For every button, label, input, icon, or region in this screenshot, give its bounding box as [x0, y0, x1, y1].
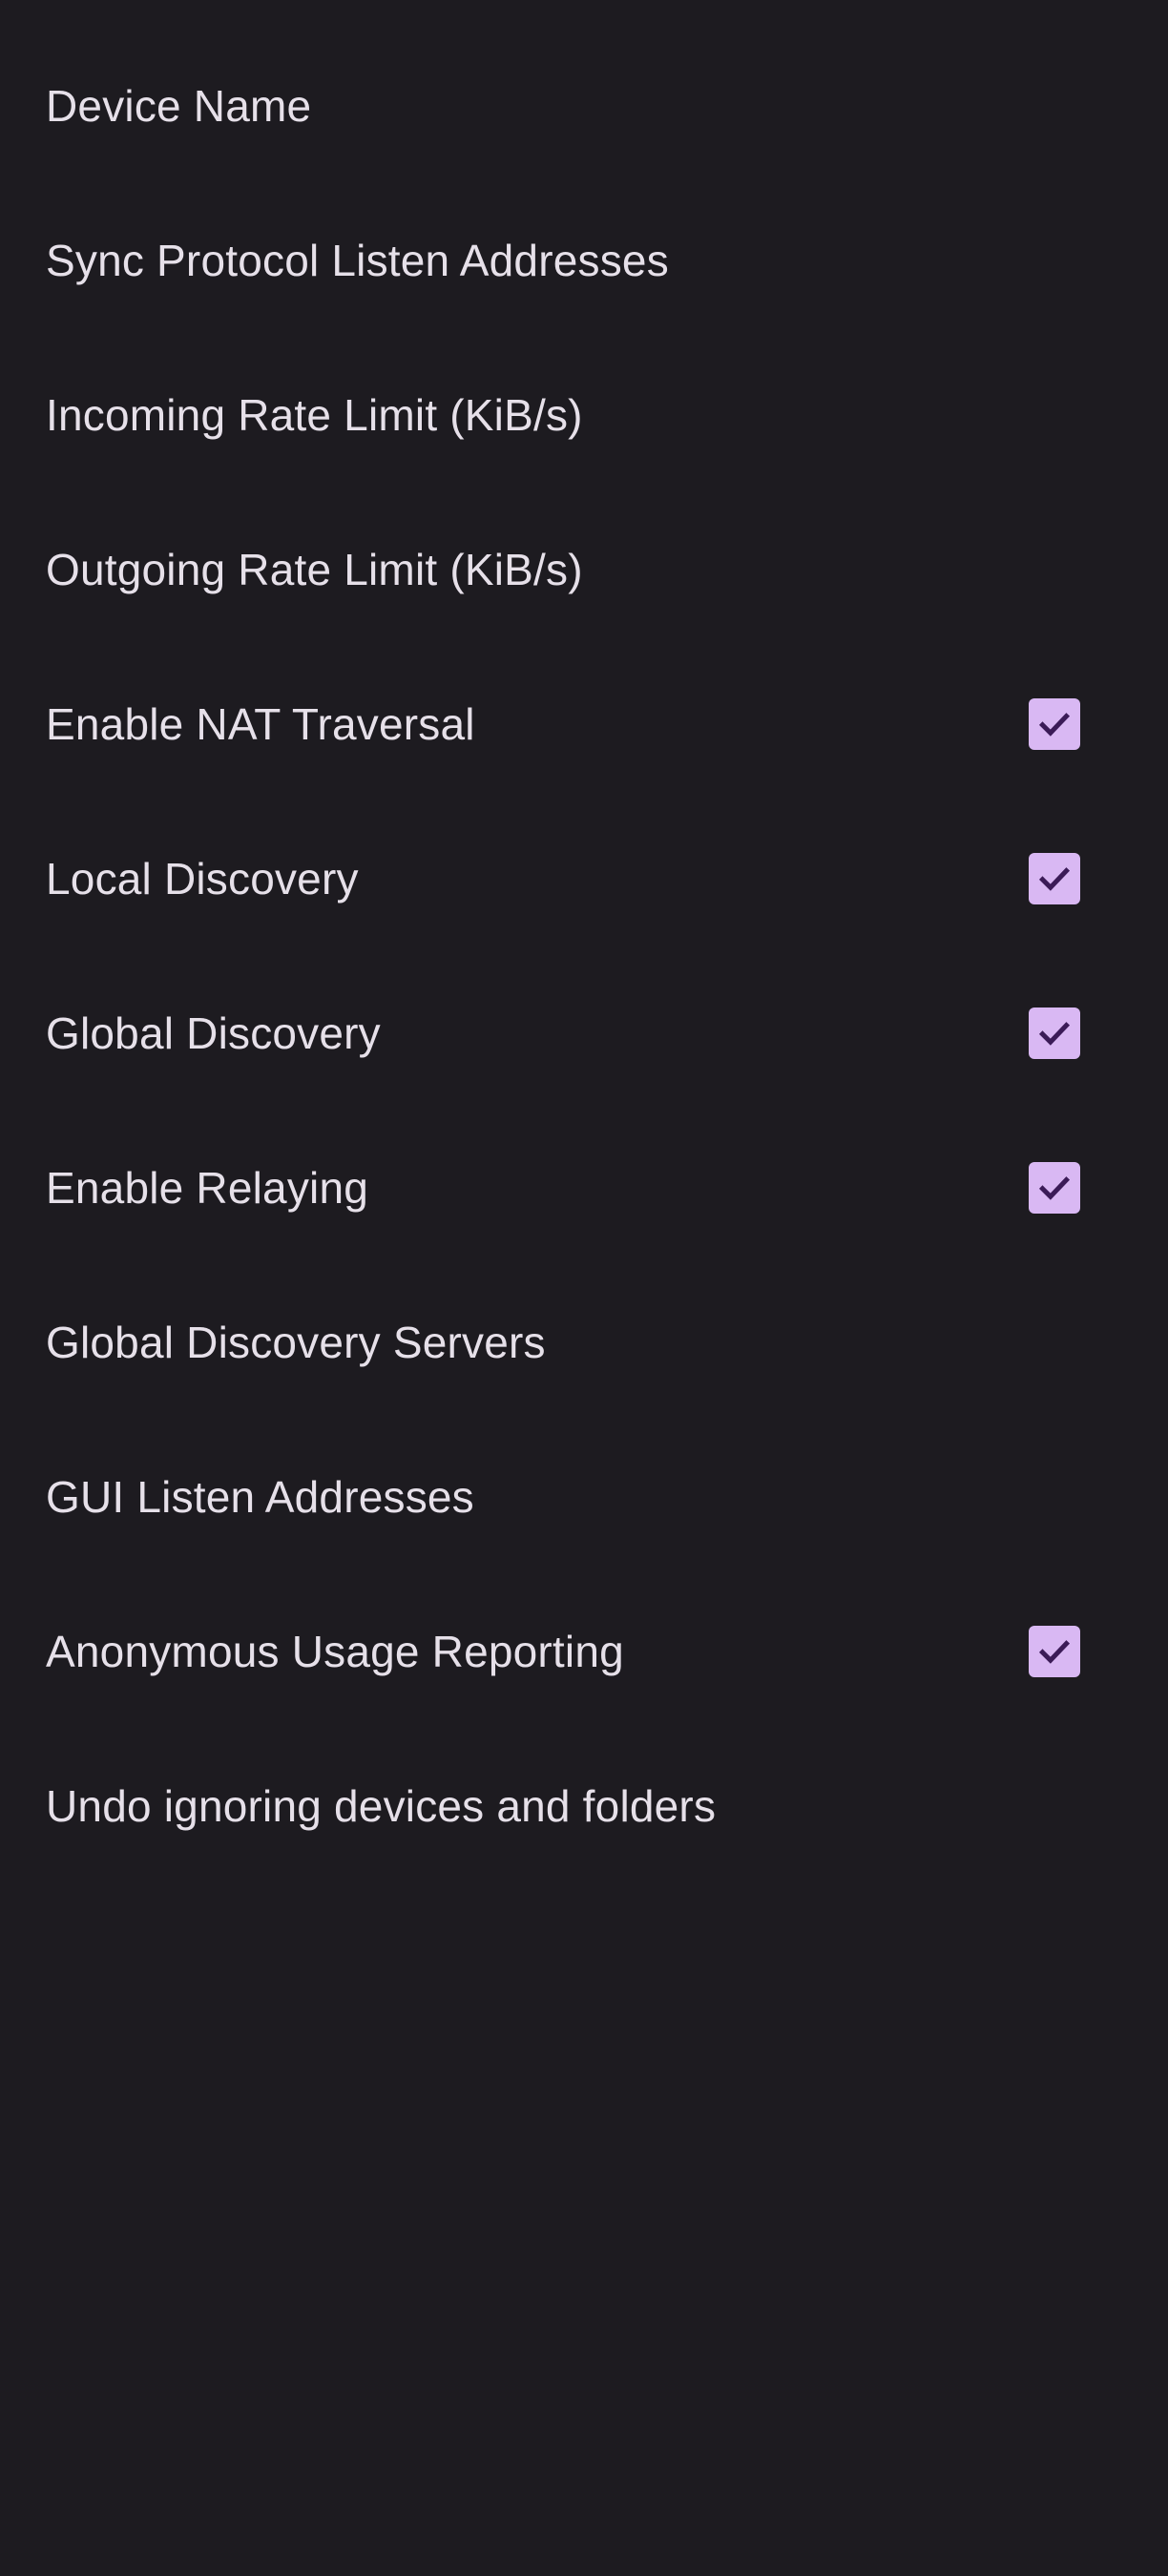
setting-label: Sync Protocol Listen Addresses — [46, 236, 669, 285]
setting-label: Local Discovery — [46, 854, 359, 904]
setting-outgoing-rate-limit[interactable]: Outgoing Rate Limit (KiB/s) — [0, 492, 1168, 647]
setting-anonymous-usage-reporting[interactable]: Anonymous Usage Reporting — [0, 1574, 1168, 1729]
setting-label: Anonymous Usage Reporting — [46, 1627, 624, 1676]
setting-label: Enable NAT Traversal — [46, 699, 475, 749]
setting-incoming-rate-limit[interactable]: Incoming Rate Limit (KiB/s) — [0, 338, 1168, 492]
setting-label: Incoming Rate Limit (KiB/s) — [46, 390, 583, 440]
setting-label: Outgoing Rate Limit (KiB/s) — [46, 545, 583, 594]
setting-label: Global Discovery Servers — [46, 1318, 546, 1367]
settings-list: Device Name Sync Protocol Listen Address… — [0, 29, 1168, 1883]
setting-label: GUI Listen Addresses — [46, 1472, 474, 1522]
setting-label: Enable Relaying — [46, 1163, 369, 1213]
check-icon — [1038, 867, 1071, 891]
setting-enable-nat-traversal[interactable]: Enable NAT Traversal — [0, 647, 1168, 801]
nat-traversal-checkbox[interactable] — [1029, 698, 1080, 750]
setting-global-discovery-servers[interactable]: Global Discovery Servers — [0, 1265, 1168, 1420]
setting-undo-ignoring[interactable]: Undo ignoring devices and folders — [0, 1729, 1168, 1883]
check-icon — [1038, 1022, 1071, 1046]
anonymous-usage-reporting-checkbox[interactable] — [1029, 1626, 1080, 1677]
setting-enable-relaying[interactable]: Enable Relaying — [0, 1111, 1168, 1265]
setting-sync-protocol-listen-addresses[interactable]: Sync Protocol Listen Addresses — [0, 183, 1168, 338]
setting-label: Undo ignoring devices and folders — [46, 1781, 717, 1831]
setting-local-discovery[interactable]: Local Discovery — [0, 801, 1168, 956]
setting-label: Global Discovery — [46, 1008, 381, 1058]
setting-global-discovery[interactable]: Global Discovery — [0, 956, 1168, 1111]
setting-label: Device Name — [46, 81, 312, 131]
check-icon — [1038, 1176, 1071, 1200]
check-icon — [1038, 713, 1071, 737]
local-discovery-checkbox[interactable] — [1029, 853, 1080, 904]
setting-gui-listen-addresses[interactable]: GUI Listen Addresses — [0, 1420, 1168, 1574]
settings-screen: Device Name Sync Protocol Listen Address… — [0, 0, 1168, 2576]
check-icon — [1038, 1640, 1071, 1664]
setting-device-name[interactable]: Device Name — [0, 29, 1168, 183]
global-discovery-checkbox[interactable] — [1029, 1008, 1080, 1059]
enable-relaying-checkbox[interactable] — [1029, 1162, 1080, 1214]
